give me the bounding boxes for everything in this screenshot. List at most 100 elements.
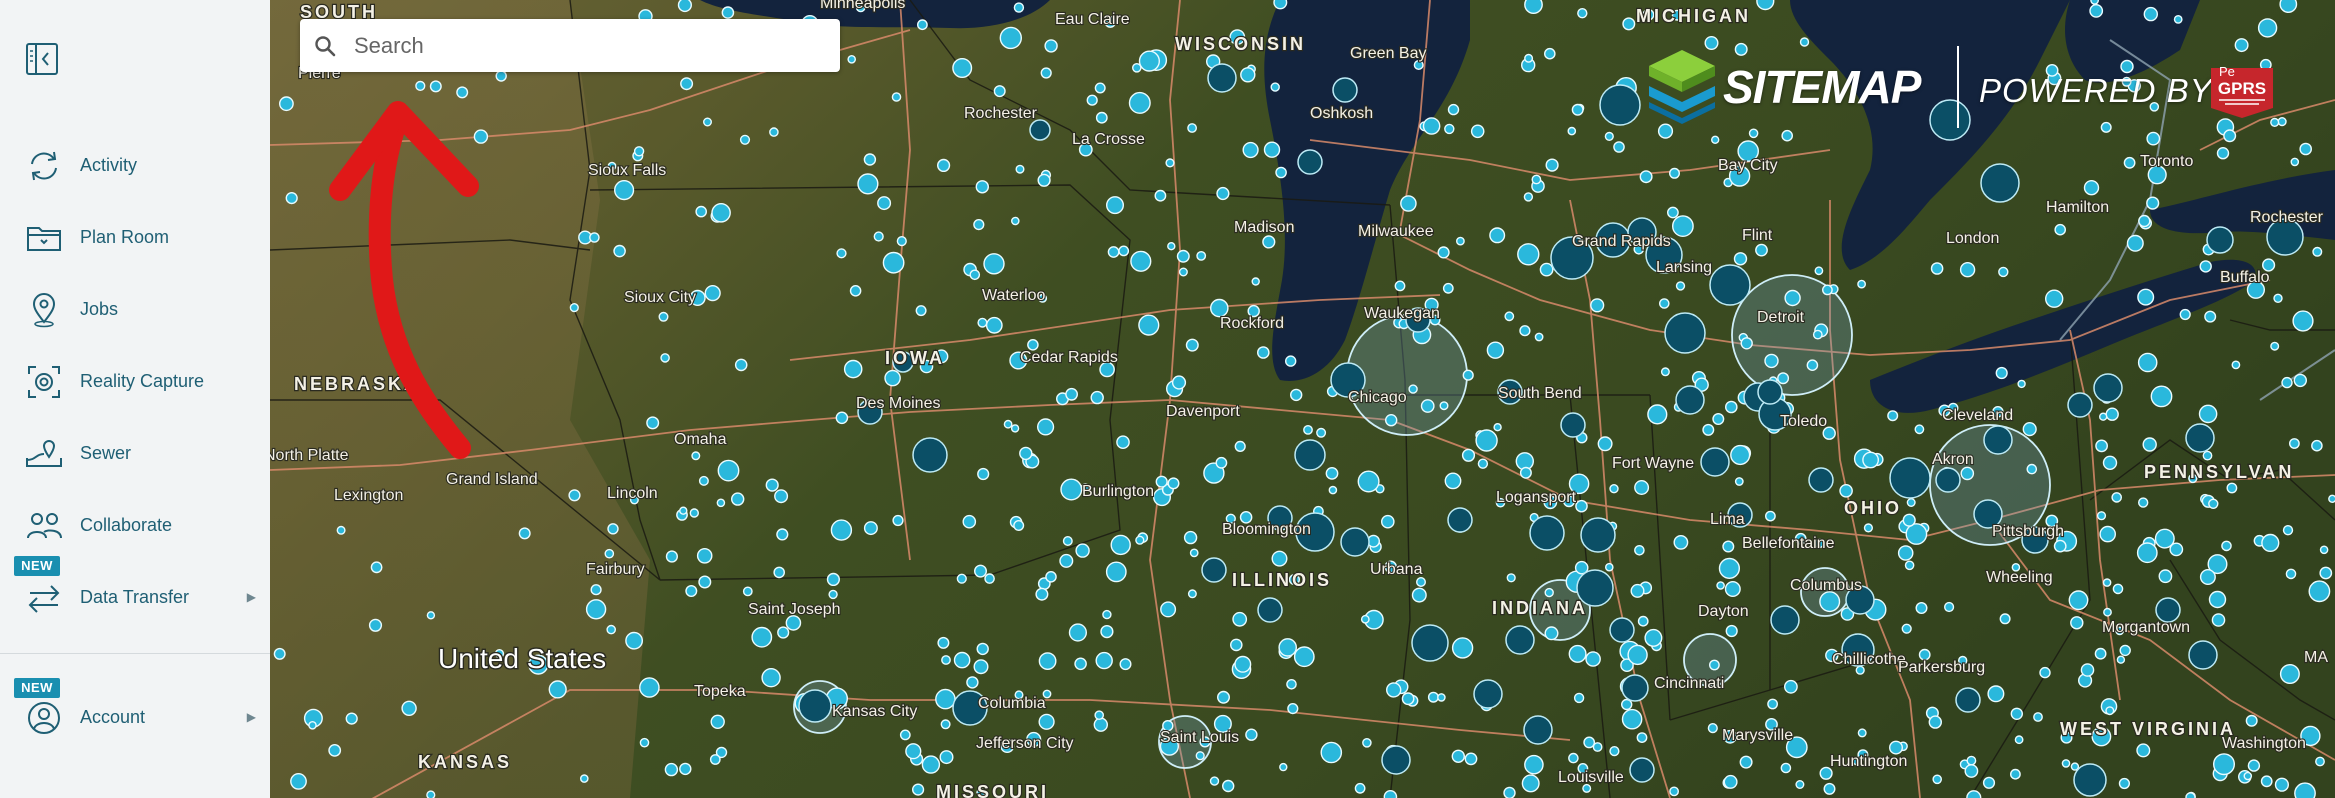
job-marker[interactable]: [2118, 777, 2131, 790]
job-marker[interactable]: [1995, 366, 2008, 380]
job-marker[interactable]: [1271, 550, 1288, 567]
job-marker[interactable]: [1605, 562, 1614, 572]
job-marker[interactable]: [2054, 223, 2066, 236]
job-marker[interactable]: [658, 311, 669, 322]
job-marker[interactable]: [1718, 557, 1740, 579]
job-marker[interactable]: [985, 316, 1003, 334]
job-marker[interactable]: [1383, 790, 1398, 798]
job-marker[interactable]: [1519, 466, 1532, 479]
job-marker[interactable]: [2111, 492, 2122, 503]
sidebar-item-jobs[interactable]: Jobs: [0, 282, 270, 338]
job-marker[interactable]: [2285, 568, 2297, 580]
job-marker[interactable]: [2221, 540, 2232, 552]
job-marker[interactable]: [1035, 587, 1049, 601]
job-marker[interactable]: [2094, 647, 2107, 660]
job-marker[interactable]: [1521, 774, 1540, 793]
job-marker[interactable]: [1531, 174, 1542, 185]
job-marker[interactable]: [1504, 311, 1515, 322]
job-marker[interactable]: [2212, 753, 2235, 776]
job-marker[interactable]: [1257, 346, 1270, 359]
job-marker[interactable]: [2208, 498, 2219, 509]
job-marker[interactable]: [473, 129, 489, 144]
job-marker[interactable]: [1106, 196, 1125, 215]
job-marker[interactable]: [2010, 768, 2021, 780]
job-marker[interactable]: [2026, 463, 2038, 475]
job-marker[interactable]: [679, 506, 688, 515]
job-marker[interactable]: [2137, 288, 2155, 306]
job-marker[interactable]: [1015, 164, 1025, 174]
job-cluster-marker[interactable]: [1675, 385, 1705, 415]
job-marker[interactable]: [2279, 0, 2298, 13]
job-cluster-marker[interactable]: [798, 689, 832, 723]
job-marker[interactable]: [1857, 279, 1867, 289]
job-marker[interactable]: [1451, 637, 1474, 659]
job-marker[interactable]: [2273, 293, 2283, 303]
job-cluster-marker[interactable]: [1983, 425, 2013, 455]
sidebar-item-activity[interactable]: Activity: [0, 138, 270, 194]
job-marker[interactable]: [1477, 458, 1489, 469]
job-marker[interactable]: [1723, 774, 1738, 789]
job-marker[interactable]: [896, 236, 907, 247]
job-marker[interactable]: [1998, 266, 2009, 278]
job-marker[interactable]: [709, 754, 721, 765]
job-marker[interactable]: [2154, 528, 2175, 549]
sidebar-item-data-transfer[interactable]: Data Transfer ▶: [0, 570, 270, 626]
job-marker[interactable]: [1232, 611, 1248, 627]
job-marker[interactable]: [1571, 103, 1584, 116]
job-marker[interactable]: [1959, 262, 1976, 278]
job-marker[interactable]: [1196, 250, 1207, 261]
job-marker[interactable]: [278, 96, 294, 112]
job-marker[interactable]: [1812, 329, 1823, 340]
job-marker[interactable]: [1362, 738, 1372, 748]
job-marker[interactable]: [1222, 779, 1235, 793]
job-marker[interactable]: [345, 712, 358, 725]
job-marker[interactable]: [1444, 472, 1462, 490]
job-marker[interactable]: [1544, 47, 1556, 60]
job-marker[interactable]: [1171, 375, 1187, 390]
job-marker[interactable]: [843, 359, 863, 379]
job-marker[interactable]: [1915, 602, 1928, 615]
job-marker[interactable]: [1659, 298, 1670, 309]
job-marker[interactable]: [2274, 777, 2290, 792]
job-marker[interactable]: [1784, 289, 1801, 307]
job-marker[interactable]: [1710, 135, 1720, 145]
job-marker[interactable]: [863, 153, 877, 166]
job-marker[interactable]: [2281, 376, 2293, 389]
job-marker[interactable]: [2090, 0, 2099, 5]
job-marker[interactable]: [568, 489, 581, 502]
job-cluster-marker[interactable]: [1340, 527, 1370, 557]
job-marker[interactable]: [2083, 179, 2100, 196]
job-cluster-marker[interactable]: [1935, 467, 1961, 493]
job-marker[interactable]: [1914, 424, 1925, 435]
job-marker[interactable]: [2216, 146, 2230, 160]
job-marker[interactable]: [1964, 764, 1979, 778]
job-cluster-marker[interactable]: [2093, 373, 2123, 403]
job-marker[interactable]: [1620, 698, 1633, 711]
job-marker[interactable]: [1183, 530, 1198, 545]
job-marker[interactable]: [2199, 569, 2216, 586]
job-marker[interactable]: [703, 117, 713, 127]
job-marker[interactable]: [1862, 451, 1880, 469]
job-marker[interactable]: [639, 737, 650, 748]
job-marker[interactable]: [1575, 499, 1588, 513]
job-marker[interactable]: [1093, 717, 1108, 732]
job-marker[interactable]: [2123, 156, 2136, 169]
job-marker[interactable]: [1385, 682, 1402, 698]
job-marker[interactable]: [884, 369, 901, 387]
job-cluster-marker[interactable]: [1523, 715, 1553, 745]
job-marker[interactable]: [1234, 440, 1246, 453]
job-marker[interactable]: [1293, 646, 1315, 668]
job-marker[interactable]: [415, 80, 426, 92]
job-marker[interactable]: [1354, 782, 1366, 794]
job-marker[interactable]: [1094, 82, 1106, 94]
job-marker[interactable]: [1060, 478, 1083, 501]
job-marker[interactable]: [1381, 514, 1395, 529]
job-marker[interactable]: [285, 192, 298, 205]
job-marker[interactable]: [548, 680, 567, 699]
job-marker[interactable]: [1461, 448, 1476, 462]
job-marker[interactable]: [1590, 298, 1605, 313]
job-marker[interactable]: [1217, 690, 1231, 704]
job-cluster-marker[interactable]: [1257, 597, 1283, 623]
job-marker[interactable]: [1038, 713, 1055, 730]
job-marker[interactable]: [1003, 419, 1013, 429]
